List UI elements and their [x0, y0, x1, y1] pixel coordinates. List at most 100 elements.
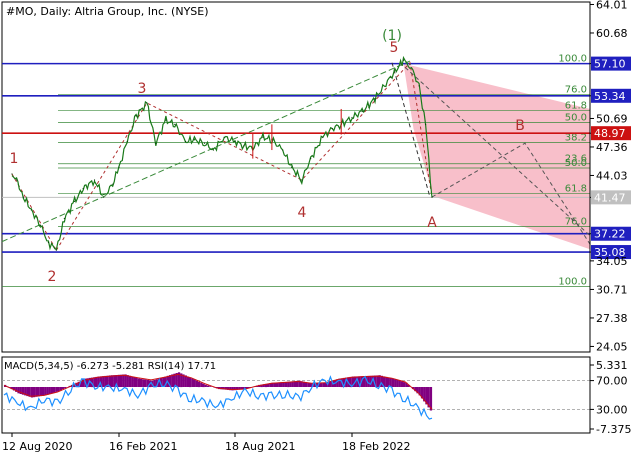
price-point: [322, 136, 324, 138]
price-point: [82, 187, 84, 190]
price-point: [11, 173, 13, 175]
price-point: [203, 142, 206, 144]
x-tick-label: 18 Aug 2021: [225, 440, 295, 453]
price-point: [301, 179, 303, 181]
price-point: [63, 217, 65, 220]
price-point: [431, 196, 433, 198]
wave-label-4: 4: [298, 205, 307, 221]
macd-bar: [184, 375, 187, 387]
macd-bar: [142, 379, 145, 387]
y-tick-label: 37.22: [594, 228, 626, 241]
wave-label-2: 2: [48, 269, 57, 285]
fib-label: 76.0: [565, 217, 587, 228]
y-tick-label: 60.68: [596, 27, 628, 40]
fib-label: 38.2: [565, 132, 587, 143]
price-point: [418, 85, 420, 87]
fib-label: 61.8: [565, 101, 587, 112]
macd-bar: [126, 375, 129, 387]
macd-bar: [44, 387, 47, 396]
price-point: [402, 59, 405, 61]
price-point: [262, 136, 264, 138]
macd-bar: [124, 374, 127, 387]
price-point: [39, 224, 42, 226]
wave-label-A: A: [427, 215, 437, 231]
y-tick-label: 34.05: [596, 255, 628, 268]
y-tick-label: 57.10: [594, 58, 626, 71]
x-tick-label: 12 Aug 2020: [2, 440, 72, 453]
price-point: [30, 209, 32, 211]
price-point: [112, 183, 114, 185]
price-point: [55, 249, 57, 251]
price-point: [234, 140, 236, 143]
y-tick-label: 27.38: [596, 312, 628, 325]
price-point: [212, 149, 215, 151]
y-tick-label: 48.97: [594, 127, 626, 140]
price-point: [331, 128, 333, 130]
macd-bar: [111, 375, 114, 387]
macd-bar: [195, 380, 198, 387]
macd-bar: [144, 379, 147, 387]
macd-bar: [193, 379, 196, 387]
price-point: [103, 196, 105, 198]
macd-bar: [189, 377, 192, 388]
fib-label: 50.0: [565, 113, 587, 124]
macd-bar: [400, 381, 404, 387]
macd-bar: [376, 375, 379, 387]
macd-bar: [122, 374, 125, 387]
macd-bar: [391, 378, 395, 387]
price-point: [15, 179, 18, 181]
price-point: [74, 200, 76, 202]
price-point: [290, 166, 293, 168]
price-point: [118, 166, 120, 168]
macd-bar: [119, 374, 123, 387]
price-point: [135, 115, 137, 117]
macd-bar: [39, 387, 42, 397]
macd-bar: [309, 383, 312, 387]
y-tick-label: 30.71: [596, 283, 628, 296]
macd-bar: [320, 383, 323, 387]
x-tick-label: 16 Feb 2021: [109, 440, 177, 453]
y-tick-label: 47.36: [596, 141, 628, 154]
indicator-y-tick-label: -7.375: [596, 423, 631, 436]
macd-bar: [209, 386, 212, 387]
macd-bar: [53, 387, 56, 393]
price-point: [165, 119, 167, 121]
macd-bar: [162, 377, 165, 387]
price-point: [22, 196, 24, 198]
macd-bar: [329, 381, 332, 387]
x-tick-label: 18 Feb 2022: [342, 440, 410, 453]
macd-bar: [200, 382, 203, 387]
macd-bar: [41, 387, 45, 396]
wave-label-1: 1: [10, 151, 19, 167]
macd-bar: [128, 375, 132, 387]
macd-bar: [206, 385, 210, 387]
macd-bar: [95, 376, 98, 388]
macd-bar: [394, 379, 397, 387]
price-point: [47, 241, 50, 244]
price-point: [126, 140, 128, 143]
price-point: [310, 158, 312, 160]
y-tick-label: 44.03: [596, 169, 628, 182]
price-point: [193, 139, 196, 141]
price-point: [424, 123, 427, 125]
macd-bar: [46, 387, 49, 395]
macd-bar: [131, 376, 134, 387]
macd-bar: [137, 378, 141, 387]
price-point: [243, 145, 245, 147]
price-point: [409, 63, 411, 66]
macd-bar: [202, 383, 205, 388]
macd-bar: [197, 381, 201, 388]
macd-bar: [396, 380, 399, 387]
price-point: [361, 110, 363, 113]
macd-bar: [171, 374, 174, 387]
chart-svg: 100.076.061.850.038.223.650.061.876.0100…: [0, 0, 640, 457]
price-point: [351, 116, 353, 119]
price-point: [146, 102, 148, 104]
macd-bar: [104, 375, 107, 387]
chart-container: 100.0 76.0 61.8 50.0 38.2 23.6 50.0 61.8 76.0 100…: [0, 0, 640, 457]
chart-title: #MO, Daily: Altria Group, Inc. (NYSE): [6, 5, 209, 18]
y-tick-label: 24.05: [596, 340, 628, 353]
macd-bar: [102, 376, 105, 387]
macd-bar: [57, 387, 60, 392]
macd-bar: [48, 387, 51, 394]
